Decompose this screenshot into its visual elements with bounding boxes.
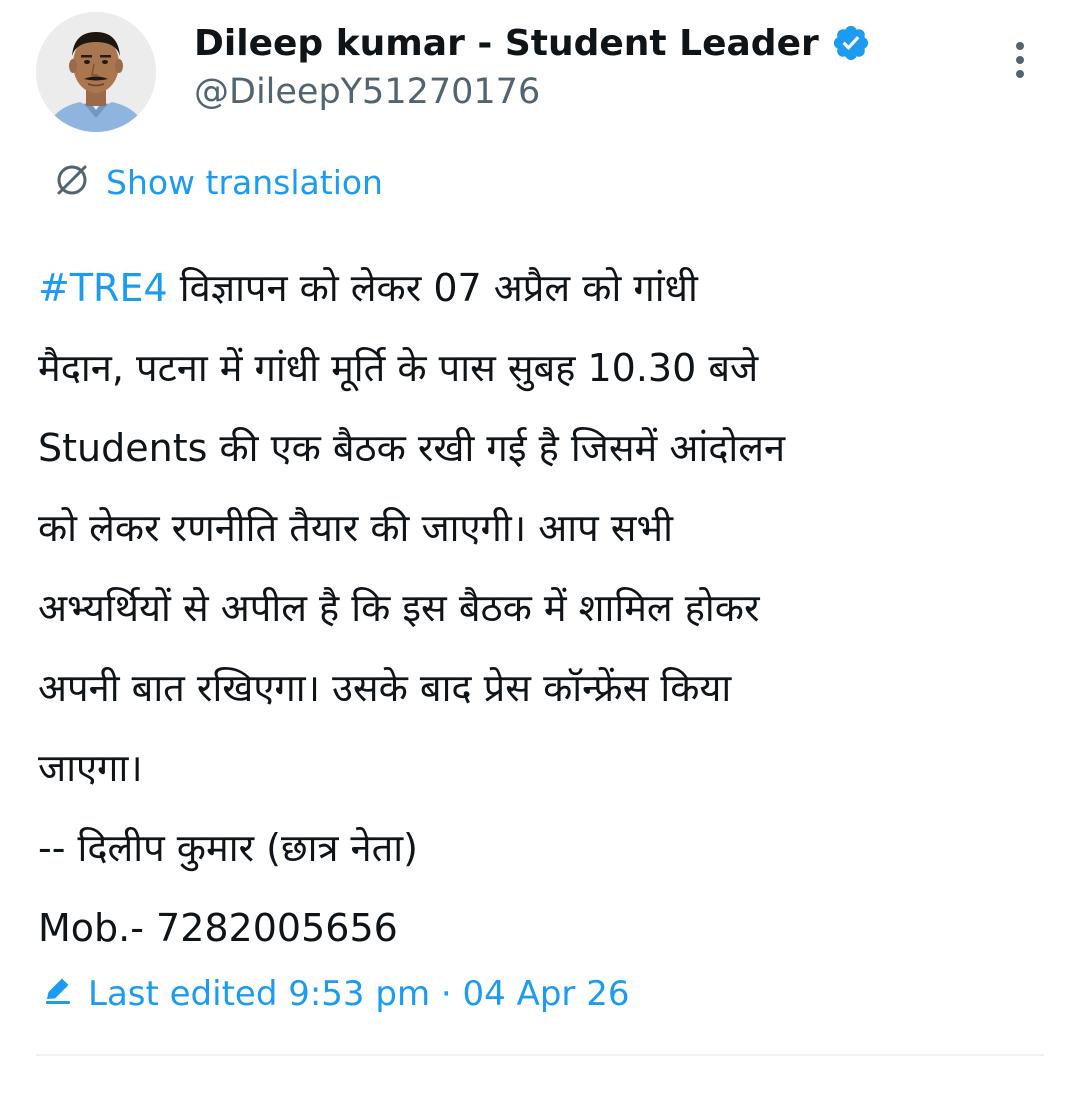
edit-pencil-icon	[40, 972, 76, 1017]
show-translation-button[interactable]: Show translation	[52, 160, 383, 204]
author-handle[interactable]: @DileepY51270176	[194, 72, 540, 112]
last-edited-link[interactable]: Last edited 9:53 pm · 04 Apr 26	[40, 970, 629, 1018]
tweet-text: #TRE4 विज्ञापन को लेकर 07 अप्रैल को गांध…	[38, 248, 1038, 968]
tweet: Dileep kumar - Student Leader @DileepY51…	[0, 0, 1080, 1093]
last-edited-label: Last edited 9:53 pm · 04 Apr 26	[88, 974, 630, 1014]
author-name-row: Dileep kumar - Student Leader	[194, 18, 871, 68]
translate-icon	[52, 160, 92, 204]
more-vertical-icon[interactable]	[1000, 38, 1040, 82]
verified-badge-icon[interactable]	[831, 23, 871, 63]
avatar[interactable]	[36, 12, 156, 132]
divider	[36, 1054, 1044, 1056]
tweet-body: विज्ञापन को लेकर 07 अप्रैल को गांधी मैदा…	[38, 266, 786, 950]
hashtag-link[interactable]: #TRE4	[38, 266, 168, 310]
author-display-name[interactable]: Dileep kumar - Student Leader	[194, 23, 819, 64]
tweet-header: Dileep kumar - Student Leader @DileepY51…	[0, 0, 1080, 150]
show-translation-label: Show translation	[106, 162, 383, 202]
